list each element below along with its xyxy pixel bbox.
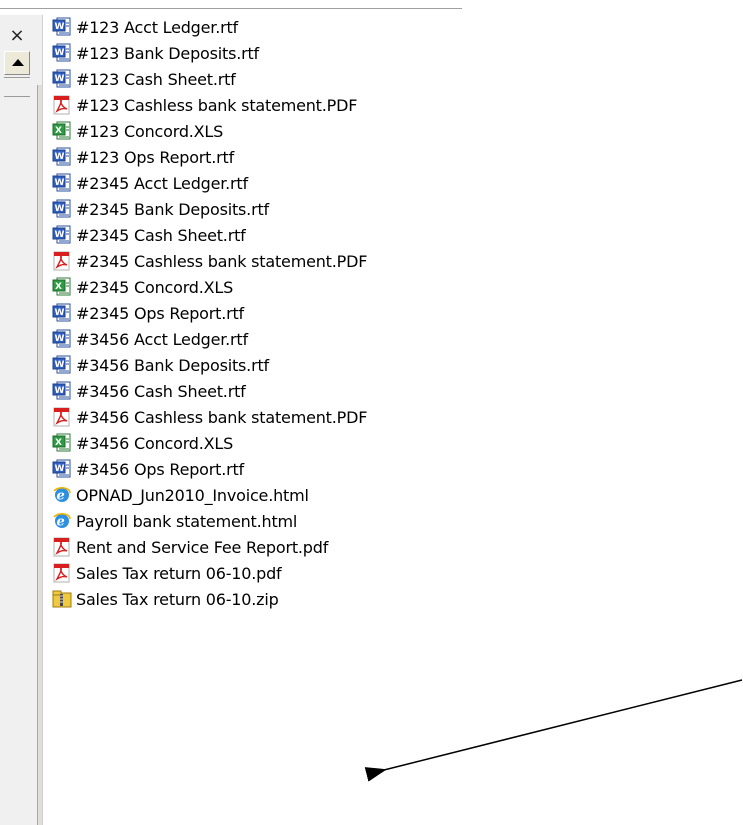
word-doc-icon: W: [52, 17, 72, 37]
file-item[interactable]: e Payroll bank statement.html: [52, 508, 367, 534]
file-name: #123 Concord.XLS: [76, 121, 224, 141]
ie-html-icon: e: [52, 485, 72, 505]
file-name: #2345 Cashless bank statement.PDF: [76, 251, 368, 271]
excel-icon: X: [52, 433, 72, 453]
file-item[interactable]: X #2345 Concord.XLS: [52, 274, 367, 300]
file-name: Rent and Service Fee Report.pdf: [76, 537, 329, 557]
word-doc-icon: W: [52, 329, 72, 349]
file-item[interactable]: #2345 Cashless bank statement.PDF: [52, 248, 367, 274]
file-item[interactable]: Sales Tax return 06-10.zip: [52, 586, 367, 612]
file-name: #123 Bank Deposits.rtf: [76, 43, 259, 63]
svg-text:X: X: [55, 438, 62, 448]
file-item[interactable]: Sales Tax return 06-10.pdf: [52, 560, 367, 586]
svg-text:e: e: [57, 489, 65, 504]
zip-folder-icon: [52, 589, 72, 609]
svg-text:W: W: [55, 386, 65, 396]
word-doc-icon: W: [52, 303, 72, 323]
svg-text:W: W: [55, 464, 65, 474]
svg-text:e: e: [57, 515, 65, 530]
file-item[interactable]: W #2345 Bank Deposits.rtf: [52, 196, 367, 222]
word-doc-icon: W: [52, 43, 72, 63]
file-item[interactable]: W #2345 Ops Report.rtf: [52, 300, 367, 326]
file-name: #3456 Acct Ledger.rtf: [76, 329, 248, 349]
file-name: #3456 Concord.XLS: [76, 433, 234, 453]
file-item[interactable]: W #123 Acct Ledger.rtf: [52, 14, 367, 40]
pdf-icon: [52, 251, 72, 271]
file-explorer-view: × W #123 Acct Ledger.rtf W #123 Bank Deposi…: [0, 0, 743, 825]
scroll-thumb[interactable]: [4, 77, 30, 97]
file-name: #3456 Cashless bank statement.PDF: [76, 407, 368, 427]
pdf-icon: [52, 95, 72, 115]
file-name: #3456 Bank Deposits.rtf: [76, 355, 269, 375]
word-doc-icon: W: [52, 459, 72, 479]
file-item[interactable]: W #123 Ops Report.rtf: [52, 144, 367, 170]
file-item[interactable]: #3456 Cashless bank statement.PDF: [52, 404, 367, 430]
file-item[interactable]: X #123 Concord.XLS: [52, 118, 367, 144]
excel-icon: X: [52, 121, 72, 141]
file-item[interactable]: Rent and Service Fee Report.pdf: [52, 534, 367, 560]
top-divider: [0, 8, 462, 9]
file-list: W #123 Acct Ledger.rtf W #123 Bank Deposits…: [52, 14, 367, 612]
pdf-icon: [52, 407, 72, 427]
file-item[interactable]: W #3456 Acct Ledger.rtf: [52, 326, 367, 352]
file-item[interactable]: e OPNAD_Jun2010_Invoice.html: [52, 482, 367, 508]
file-name: Sales Tax return 06-10.pdf: [76, 563, 282, 583]
word-doc-icon: W: [52, 225, 72, 245]
file-name: #123 Acct Ledger.rtf: [76, 17, 238, 37]
svg-text:W: W: [55, 360, 65, 370]
file-name: #123 Cash Sheet.rtf: [76, 69, 236, 89]
file-name: #3456 Ops Report.rtf: [76, 459, 244, 479]
svg-text:W: W: [55, 152, 65, 162]
ie-html-icon: e: [52, 511, 72, 531]
arrow-line: [364, 679, 743, 782]
word-doc-icon: W: [52, 355, 72, 375]
pdf-icon: [52, 537, 72, 557]
pdf-icon: [52, 563, 72, 583]
file-name: #123 Ops Report.rtf: [76, 147, 235, 167]
file-name: #123 Cashless bank statement.PDF: [76, 95, 358, 115]
file-name: #3456 Cash Sheet.rtf: [76, 381, 246, 401]
svg-text:W: W: [55, 204, 65, 214]
word-doc-icon: W: [52, 381, 72, 401]
file-item[interactable]: W #2345 Acct Ledger.rtf: [52, 170, 367, 196]
file-item[interactable]: W #123 Cash Sheet.rtf: [52, 66, 367, 92]
svg-text:W: W: [55, 308, 65, 318]
svg-text:W: W: [55, 22, 65, 32]
word-doc-icon: W: [52, 147, 72, 167]
file-item[interactable]: W #3456 Bank Deposits.rtf: [52, 352, 367, 378]
file-name: #2345 Bank Deposits.rtf: [76, 199, 269, 219]
svg-text:W: W: [55, 178, 65, 188]
file-item[interactable]: W #123 Bank Deposits.rtf: [52, 40, 367, 66]
svg-text:W: W: [55, 230, 65, 240]
pane-splitter[interactable]: [37, 85, 42, 825]
excel-icon: X: [52, 277, 72, 297]
close-icon[interactable]: ×: [8, 27, 26, 45]
file-item[interactable]: W #3456 Ops Report.rtf: [52, 456, 367, 482]
file-name: #2345 Ops Report.rtf: [76, 303, 244, 323]
file-item[interactable]: X #3456 Concord.XLS: [52, 430, 367, 456]
scroll-up-arrow-icon[interactable]: [4, 51, 30, 75]
file-name: #2345 Concord.XLS: [76, 277, 234, 297]
svg-text:X: X: [55, 282, 62, 292]
file-name: OPNAD_Jun2010_Invoice.html: [76, 485, 309, 505]
word-doc-icon: W: [52, 173, 72, 193]
svg-text:X: X: [55, 126, 62, 136]
file-name: Sales Tax return 06-10.zip: [76, 589, 279, 609]
svg-text:W: W: [55, 334, 65, 344]
file-item[interactable]: #123 Cashless bank statement.PDF: [52, 92, 367, 118]
file-item[interactable]: W #2345 Cash Sheet.rtf: [52, 222, 367, 248]
file-name: Payroll bank statement.html: [76, 511, 298, 531]
word-doc-icon: W: [52, 199, 72, 219]
file-name: #2345 Cash Sheet.rtf: [76, 225, 246, 245]
svg-text:W: W: [55, 48, 65, 58]
word-doc-icon: W: [52, 69, 72, 89]
file-item[interactable]: W #3456 Cash Sheet.rtf: [52, 378, 367, 404]
file-name: #2345 Acct Ledger.rtf: [76, 173, 248, 193]
svg-text:W: W: [55, 74, 65, 84]
